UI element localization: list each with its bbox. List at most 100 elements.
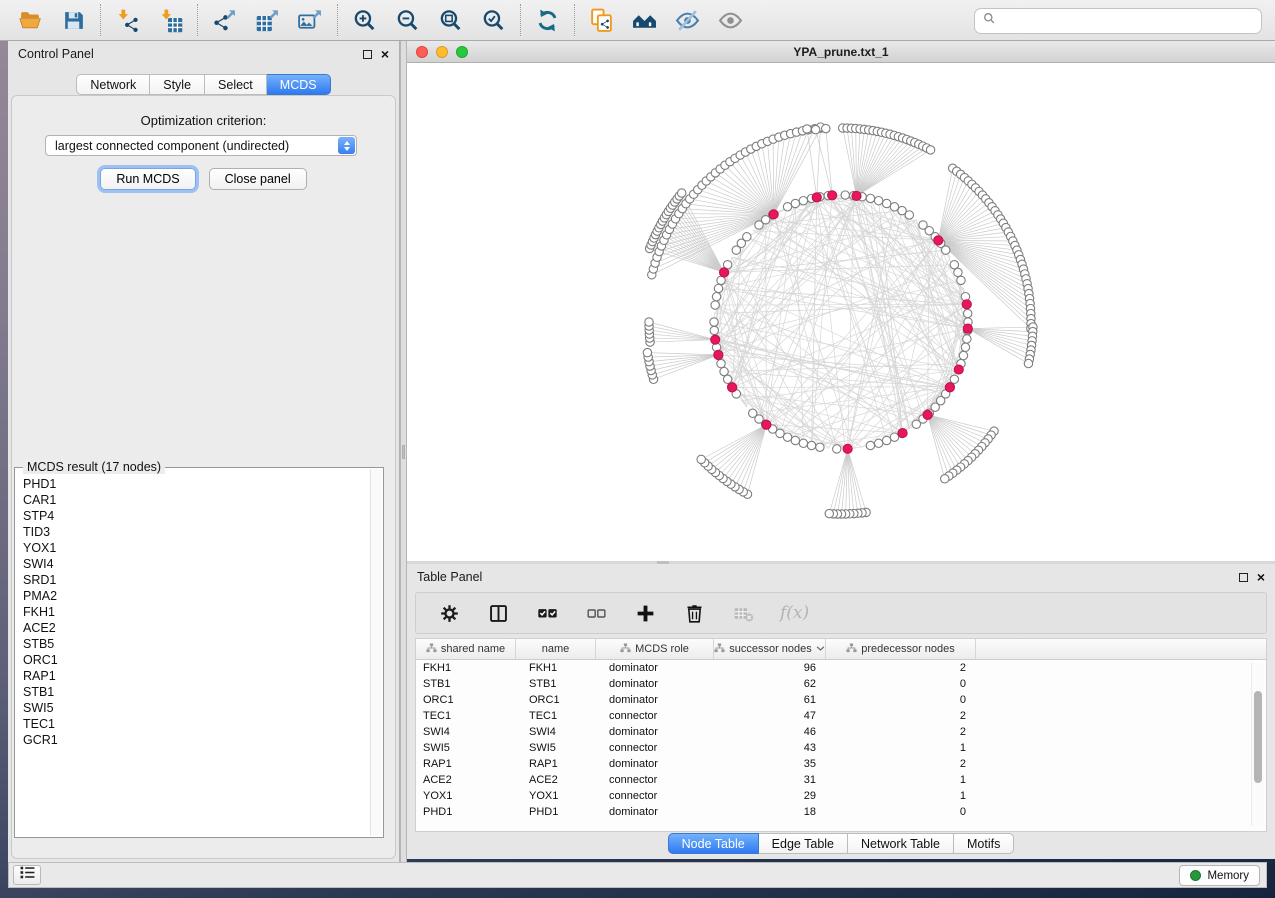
mcds-result-item[interactable]: ORC1 [23, 652, 367, 668]
graph-node[interactable] [890, 433, 898, 441]
graph-hub-node[interactable] [843, 444, 852, 453]
graph-node[interactable] [710, 326, 718, 334]
mcds-result-item[interactable]: SRD1 [23, 572, 367, 588]
mcds-result-item[interactable]: TEC1 [23, 716, 367, 732]
tab-node-table[interactable]: Node Table [668, 833, 759, 854]
import-network-icon[interactable] [114, 7, 141, 34]
float-table-panel-icon[interactable] [1239, 573, 1248, 582]
tab-select[interactable]: Select [205, 74, 267, 95]
graph-node[interactable] [833, 445, 841, 453]
graph-hub-node[interactable] [812, 193, 821, 202]
graph-hub-node[interactable] [714, 350, 723, 359]
graph-satellite-node[interactable] [822, 124, 830, 132]
table-row[interactable]: TEC1TEC1connector472 [416, 708, 1266, 724]
zoom-selected-icon[interactable] [480, 7, 507, 34]
graph-node[interactable] [964, 309, 972, 317]
graph-node[interactable] [717, 359, 725, 367]
graph-node[interactable] [799, 439, 807, 447]
table-row[interactable]: ACE2ACE2connector311 [416, 772, 1266, 788]
graph-node[interactable] [841, 191, 849, 199]
refresh-icon[interactable] [534, 7, 561, 34]
close-table-panel-icon[interactable]: × [1257, 572, 1265, 582]
graph-node[interactable] [882, 436, 890, 444]
select-all-icon[interactable] [535, 601, 559, 625]
graph-node[interactable] [950, 261, 958, 269]
mcds-result-list[interactable]: PHD1CAR1STP4TID3YOX1SWI4SRD1PMA2FKH1ACE2… [23, 476, 367, 833]
graph-node[interactable] [961, 343, 969, 351]
hide-selected-icon[interactable] [674, 7, 701, 34]
minimize-window-icon[interactable] [436, 46, 448, 58]
memory-button[interactable]: Memory [1179, 865, 1260, 886]
graph-hub-node[interactable] [719, 268, 728, 277]
mcds-result-item[interactable]: SWI4 [23, 556, 367, 572]
table-scrollbar-thumb[interactable] [1254, 691, 1262, 783]
table-row[interactable]: STB1STB1dominator620 [416, 676, 1266, 692]
graph-hub-node[interactable] [711, 335, 720, 344]
graph-node[interactable] [905, 211, 913, 219]
export-network-icon[interactable] [211, 7, 238, 34]
graph-node[interactable] [710, 318, 718, 326]
close-panel-button[interactable]: Close panel [209, 168, 307, 190]
graph-node[interactable] [807, 441, 815, 449]
graph-node[interactable] [783, 203, 791, 211]
mcds-result-item[interactable]: ACE2 [23, 620, 367, 636]
graph-satellite-node[interactable] [941, 475, 949, 483]
graph-satellite-node[interactable] [677, 189, 685, 197]
mcds-result-item[interactable]: GCR1 [23, 732, 367, 748]
graph-node[interactable] [963, 335, 971, 343]
graph-hub-node[interactable] [962, 300, 971, 309]
graph-node[interactable] [791, 199, 799, 207]
search-box[interactable] [974, 8, 1262, 34]
column-header-successor-nodes[interactable]: successor nodes [714, 639, 826, 659]
graph-satellite-node[interactable] [825, 509, 833, 517]
graph-node[interactable] [749, 409, 757, 417]
graph-node[interactable] [816, 443, 824, 451]
graph-hub-node[interactable] [923, 410, 932, 419]
graph-node[interactable] [882, 199, 890, 207]
graph-node[interactable] [954, 268, 962, 276]
network-canvas[interactable] [407, 63, 1275, 561]
criterion-dropdown[interactable]: largest connected component (undirected) [45, 135, 357, 156]
graph-node[interactable] [866, 441, 874, 449]
mcds-result-item[interactable]: PMA2 [23, 588, 367, 604]
table-row[interactable]: PHD1PHD1dominator180 [416, 804, 1266, 820]
graph-hub-node[interactable] [954, 365, 963, 374]
graph-node[interactable] [720, 367, 728, 375]
graph-node[interactable] [743, 233, 751, 241]
delete-row-icon[interactable] [682, 601, 706, 625]
tab-network-table[interactable]: Network Table [848, 833, 954, 854]
graph-node[interactable] [712, 293, 720, 301]
graph-node[interactable] [723, 375, 731, 383]
network-window-titlebar[interactable]: YPA_prune.txt_1 [407, 41, 1275, 63]
graph-hub-node[interactable] [728, 383, 737, 392]
mcds-result-item[interactable]: STB1 [23, 684, 367, 700]
duplicate-network-icon[interactable] [588, 7, 615, 34]
gear-icon[interactable] [437, 601, 461, 625]
task-history-button[interactable] [13, 865, 41, 885]
mcds-result-item[interactable]: SWI5 [23, 700, 367, 716]
table-row[interactable]: RAP1RAP1dominator352 [416, 756, 1266, 772]
column-header-name[interactable]: name [516, 639, 596, 659]
table-row[interactable]: SWI4SWI4dominator462 [416, 724, 1266, 740]
mcds-result-item[interactable]: YOX1 [23, 540, 367, 556]
column-header-shared-name[interactable]: shared name [416, 639, 516, 659]
graph-node[interactable] [957, 276, 965, 284]
table-row[interactable]: ORC1ORC1dominator610 [416, 692, 1266, 708]
first-neighbors-icon[interactable] [631, 7, 658, 34]
deselect-all-icon[interactable] [584, 601, 608, 625]
mcds-result-item[interactable]: CAR1 [23, 492, 367, 508]
table-row[interactable]: SWI5SWI5connector431 [416, 740, 1266, 756]
export-table-icon[interactable] [254, 7, 281, 34]
graph-node[interactable] [866, 194, 874, 202]
maximize-window-icon[interactable] [456, 46, 468, 58]
run-mcds-button[interactable]: Run MCDS [100, 168, 195, 190]
graph-satellite-node[interactable] [697, 455, 705, 463]
mcds-result-item[interactable]: PHD1 [23, 476, 367, 492]
graph-satellite-node[interactable] [926, 146, 934, 154]
tab-style[interactable]: Style [150, 74, 205, 95]
graph-node[interactable] [942, 246, 950, 254]
sort-indicator-icon[interactable] [816, 643, 825, 655]
zoom-in-icon[interactable] [351, 7, 378, 34]
graph-hub-node[interactable] [762, 420, 771, 429]
graph-node[interactable] [711, 301, 719, 309]
